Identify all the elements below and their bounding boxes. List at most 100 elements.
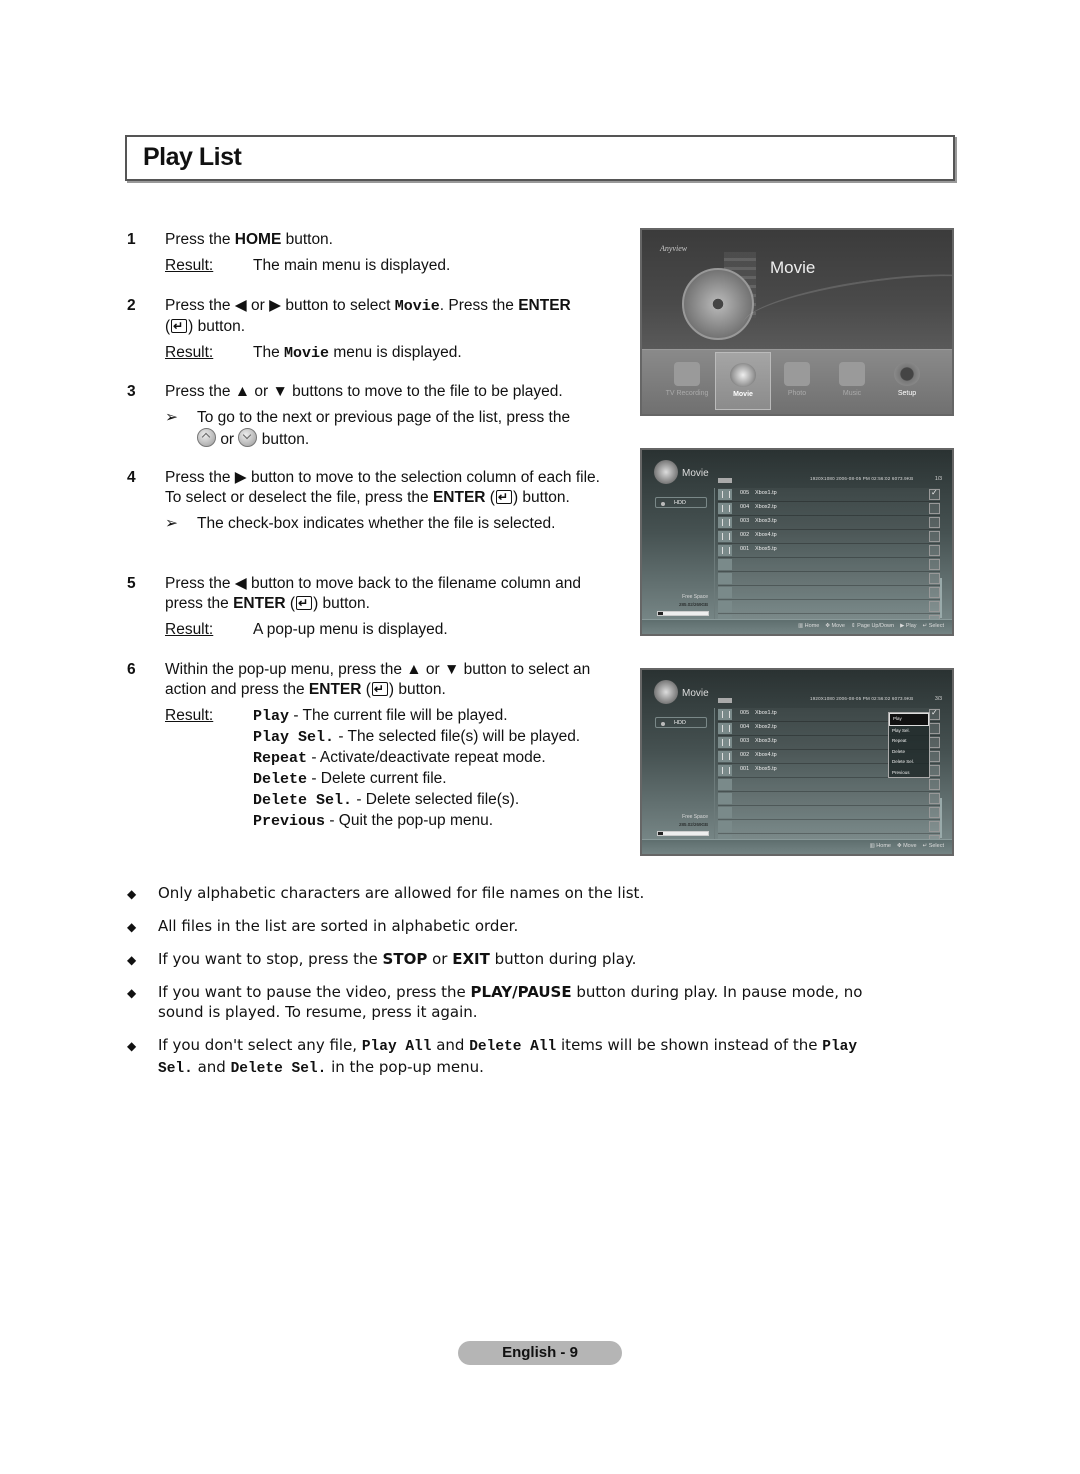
action-play: Play - The current file will be played.: [253, 707, 508, 725]
menu-item-music[interactable]: Music: [825, 352, 879, 408]
sort-tag: [718, 478, 732, 483]
select-checkbox[interactable]: [929, 737, 940, 748]
free-space-label: Free Space: [682, 814, 708, 820]
file-name: Xbox1.tp: [755, 710, 777, 716]
screenshot-main-menu: Anyview Movie TV Recording Movie Photo M…: [640, 228, 954, 416]
scrollbar[interactable]: [940, 578, 942, 618]
film-reel-icon: [682, 268, 754, 340]
select-checkbox[interactable]: [929, 807, 940, 818]
select-checkbox[interactable]: [929, 559, 940, 570]
note-bullet: ◆ If you want to stop, press the STOP or …: [127, 950, 637, 968]
file-row[interactable]: [718, 820, 940, 834]
select-checkbox[interactable]: [929, 793, 940, 804]
film-file-icon: [718, 723, 732, 734]
action-delete: Delete - Delete current file.: [253, 770, 447, 788]
file-number: 002: [740, 532, 750, 538]
popup-item[interactable]: Delete Sel.: [889, 757, 929, 768]
file-name: Xbox5.tp: [755, 766, 777, 772]
sort-tag: [718, 698, 732, 703]
film-file-icon: [718, 793, 732, 804]
hint-select: ↵ Select: [922, 843, 944, 849]
menu-item-photo[interactable]: Photo: [770, 352, 824, 408]
file-number: 004: [740, 724, 750, 730]
film-file-icon: [718, 503, 732, 514]
note-arrow-icon: ➢: [165, 409, 178, 426]
page-up-button-icon: [197, 428, 216, 447]
select-checkbox[interactable]: [929, 601, 940, 612]
device-hdd-button[interactable]: HDD: [655, 497, 707, 508]
file-row[interactable]: 002 Xbox4.tp: [718, 530, 940, 544]
tv-recording-icon: [674, 362, 700, 386]
select-checkbox[interactable]: [929, 751, 940, 762]
film-file-icon: [718, 807, 732, 818]
film-file-icon: [718, 601, 732, 612]
file-name: Xbox1.tp: [755, 490, 777, 496]
diamond-bullet-icon: ◆: [127, 887, 137, 901]
select-checkbox[interactable]: [929, 517, 940, 528]
step-number: 4: [127, 469, 136, 486]
select-checkbox[interactable]: [929, 821, 940, 832]
file-number: 001: [740, 546, 750, 552]
step-number: 2: [127, 297, 136, 314]
step-text: Press the ▲ or ▼ buttons to move to the …: [165, 383, 563, 400]
select-checkbox[interactable]: [929, 573, 940, 584]
step-number: 6: [127, 661, 136, 678]
file-number: 001: [740, 766, 750, 772]
file-row[interactable]: [718, 586, 940, 600]
select-checkbox[interactable]: [929, 708, 940, 720]
menu-item-movie[interactable]: Movie: [715, 352, 771, 410]
scrollbar[interactable]: [940, 798, 942, 838]
file-number: 004: [740, 504, 750, 510]
hint-page-up-down: ⇕ Page Up/Down: [850, 623, 895, 629]
notes-list: ◆ Only alphabetic characters are allowed …: [127, 883, 887, 1092]
step-text: Press the HOME button.: [165, 231, 333, 248]
enter-icon: [495, 487, 512, 507]
file-row[interactable]: 005 Xbox1.tp: [718, 488, 940, 502]
file-row[interactable]: [718, 558, 940, 572]
file-row[interactable]: [718, 806, 940, 820]
select-checkbox[interactable]: [929, 503, 940, 514]
diamond-bullet-icon: ◆: [127, 1039, 137, 1053]
select-checkbox[interactable]: [929, 587, 940, 598]
popup-item[interactable]: Play Sel.: [889, 726, 929, 737]
file-info-status: 1920X1080 2006-08-05 PM 02:56:02 6073.9K…: [810, 476, 914, 481]
hint-move: ✥ Move: [825, 623, 845, 629]
film-file-icon: [718, 709, 732, 720]
film-file-icon: [718, 489, 732, 500]
file-row[interactable]: [718, 792, 940, 806]
photo-icon: [784, 362, 810, 386]
diamond-bullet-icon: ◆: [127, 986, 137, 1000]
popup-item[interactable]: Delete: [889, 747, 929, 758]
free-space-bar: [657, 831, 709, 836]
menu-title: Movie: [770, 258, 816, 277]
hint-move: ✥ Move: [896, 843, 917, 849]
note-bullet: ◆ If you don't select any file, Play All …: [127, 1036, 858, 1077]
file-row[interactable]: 001 Xbox5.tp: [718, 544, 940, 558]
file-name: Xbox2.tp: [755, 724, 777, 730]
menu-item-setup[interactable]: Setup: [880, 352, 934, 408]
page-counter: 3/3: [935, 696, 942, 702]
popup-item[interactable]: Previous: [889, 768, 929, 779]
file-row[interactable]: [718, 778, 940, 792]
popup-item[interactable]: Play: [889, 713, 929, 726]
file-row[interactable]: [718, 600, 940, 614]
file-number: 003: [740, 738, 750, 744]
menu-item-tv-recording[interactable]: TV Recording: [660, 352, 714, 408]
file-row[interactable]: 003 Xbox3.tp: [718, 516, 940, 530]
select-checkbox[interactable]: [929, 488, 940, 500]
select-checkbox[interactable]: [929, 545, 940, 556]
action-repeat: Repeat - Activate/deactivate repeat mode…: [253, 749, 546, 767]
select-checkbox[interactable]: [929, 779, 940, 790]
enter-icon: [371, 679, 388, 699]
enter-icon: [171, 316, 188, 336]
file-row[interactable]: [718, 572, 940, 586]
select-checkbox[interactable]: [929, 723, 940, 734]
step-note: ➢ To go to the next or previous page of …: [165, 409, 571, 448]
select-checkbox[interactable]: [929, 765, 940, 776]
step-text: Press the ◀ button to move back to the f…: [165, 574, 610, 614]
device-hdd-button[interactable]: HDD: [655, 717, 707, 728]
file-row[interactable]: 004 Xbox2.tp: [718, 502, 940, 516]
hints: ▥ Home ✥ Move ↵ Select: [864, 843, 944, 849]
popup-item[interactable]: Repeat: [889, 736, 929, 747]
select-checkbox[interactable]: [929, 531, 940, 542]
